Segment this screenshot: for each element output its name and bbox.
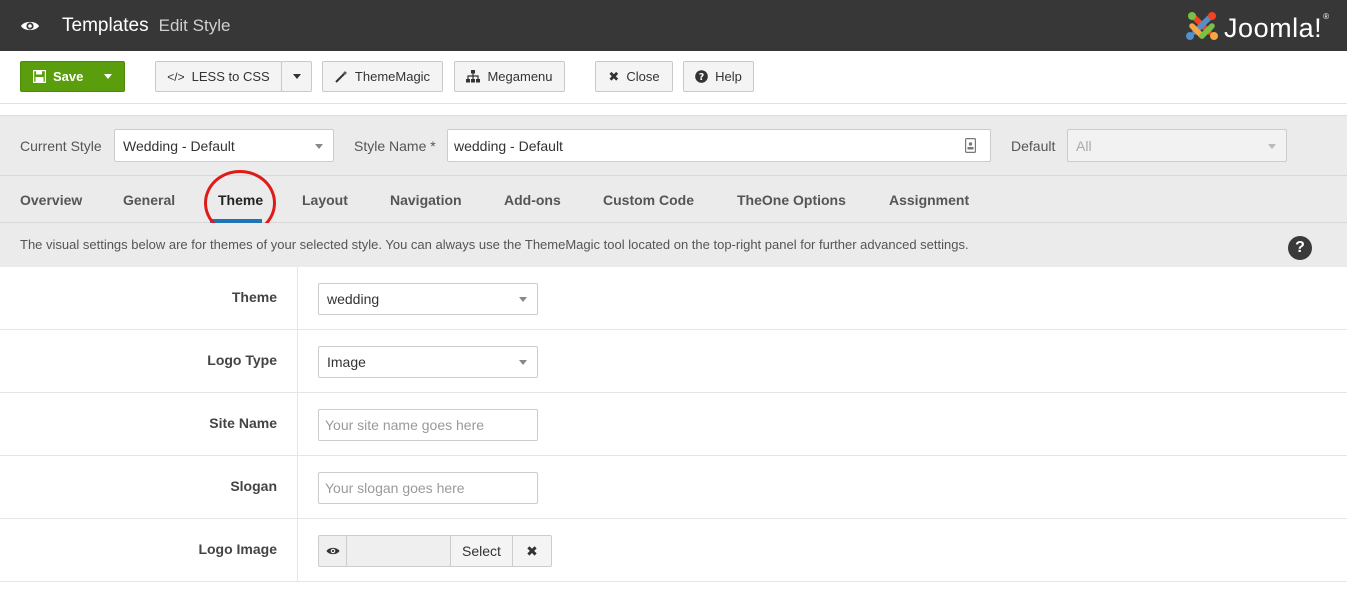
current-style-value: Wedding - Default bbox=[123, 137, 235, 154]
form-row-site-name: Site Name bbox=[0, 393, 1347, 456]
less-to-css-button[interactable]: </> LESS to CSS bbox=[155, 61, 282, 92]
joomla-wordmark: Joomla! bbox=[1224, 13, 1323, 43]
code-icon: </> bbox=[167, 69, 185, 84]
chevron-down-icon bbox=[292, 74, 301, 79]
form-row-logo-image: Logo Image Select ✖ bbox=[0, 519, 1347, 582]
preview-eye-icon[interactable] bbox=[318, 535, 346, 567]
theme-label: Theme bbox=[231, 289, 277, 305]
close-icon: ✖ bbox=[608, 68, 620, 84]
header-bar: Templates Edit Style Joomla! ® bbox=[0, 0, 1347, 51]
site-name-label: Site Name bbox=[209, 415, 277, 431]
help-circle-icon[interactable]: ? bbox=[1288, 236, 1312, 260]
less-to-css-label: LESS to CSS bbox=[191, 69, 270, 84]
logo-type-select[interactable]: Image bbox=[318, 346, 538, 378]
theme-settings-form: Theme wedding Logo Type Image Site Name … bbox=[0, 267, 1347, 582]
chevron-down-icon bbox=[519, 360, 527, 365]
tab-add-ons[interactable]: Add-ons bbox=[504, 192, 561, 208]
info-text: The visual settings below are for themes… bbox=[20, 237, 969, 252]
chevron-down-icon bbox=[315, 144, 323, 149]
info-bar: The visual settings below are for themes… bbox=[0, 223, 1347, 267]
joomla-mark-icon bbox=[1184, 9, 1220, 48]
tab-overview[interactable]: Overview bbox=[20, 192, 82, 208]
theme-value: wedding bbox=[327, 291, 380, 307]
logo-image-media-field: Select ✖ bbox=[318, 535, 552, 567]
help-label: Help bbox=[715, 69, 742, 84]
form-row-logo-type: Logo Type Image bbox=[0, 330, 1347, 393]
joomla-logo: Joomla! ® bbox=[1184, 9, 1329, 48]
row-divider bbox=[297, 267, 298, 330]
floppy-disk-icon bbox=[33, 70, 46, 83]
tab-layout[interactable]: Layout bbox=[302, 192, 348, 208]
page-title: Templates bbox=[62, 14, 149, 36]
registered-mark: ® bbox=[1323, 12, 1329, 21]
sitemap-icon bbox=[466, 70, 481, 83]
save-dropdown-caret-icon[interactable] bbox=[104, 74, 112, 79]
site-name-input[interactable] bbox=[318, 409, 538, 441]
toolbar: Save </> LESS to CSS ThemeMagic Megamenu… bbox=[0, 51, 1347, 104]
magic-wand-icon bbox=[335, 70, 348, 83]
row-divider bbox=[297, 519, 298, 582]
address-card-icon bbox=[965, 138, 977, 156]
logo-type-label: Logo Type bbox=[207, 352, 277, 368]
style-name-input[interactable]: wedding - Default bbox=[447, 129, 991, 162]
svg-text:?: ? bbox=[699, 72, 705, 83]
slogan-input[interactable] bbox=[318, 472, 538, 504]
current-style-label: Current Style bbox=[20, 138, 102, 154]
logo-image-select-button[interactable]: Select bbox=[450, 535, 512, 567]
form-row-slogan: Slogan bbox=[0, 456, 1347, 519]
default-select[interactable]: All bbox=[1067, 129, 1287, 162]
close-label: Close bbox=[626, 69, 660, 84]
logo-image-clear-button[interactable]: ✖ bbox=[512, 535, 552, 567]
page-subtitle: Edit Style bbox=[158, 15, 231, 35]
logo-image-path-field[interactable] bbox=[346, 535, 450, 567]
tab-assignment[interactable]: Assignment bbox=[889, 192, 969, 208]
save-button[interactable]: Save bbox=[20, 61, 125, 92]
settings-tabs: Overview General Theme Layout Navigation… bbox=[0, 175, 1347, 223]
form-row-theme: Theme wedding bbox=[0, 267, 1347, 330]
megamenu-button[interactable]: Megamenu bbox=[454, 61, 565, 92]
style-name-value: wedding - Default bbox=[454, 137, 563, 154]
default-value: All bbox=[1076, 137, 1092, 154]
tab-navigation[interactable]: Navigation bbox=[390, 192, 462, 208]
tab-theme[interactable]: Theme bbox=[218, 192, 263, 208]
style-bar: Current Style Wedding - Default Style Na… bbox=[0, 115, 1347, 175]
less-to-css-dropdown-button[interactable] bbox=[281, 61, 312, 92]
save-label: Save bbox=[53, 69, 84, 84]
question-circle-icon: ? bbox=[695, 70, 708, 83]
logo-type-value: Image bbox=[327, 354, 366, 370]
help-button[interactable]: ? Help bbox=[683, 61, 754, 92]
row-divider bbox=[297, 330, 298, 393]
eye-icon bbox=[20, 19, 60, 33]
slogan-label: Slogan bbox=[230, 478, 277, 494]
chevron-down-icon bbox=[1268, 144, 1276, 149]
thememagic-button[interactable]: ThemeMagic bbox=[322, 61, 443, 92]
style-name-label: Style Name * bbox=[354, 138, 436, 154]
row-divider bbox=[297, 456, 298, 519]
current-style-select[interactable]: Wedding - Default bbox=[114, 129, 334, 162]
row-divider bbox=[297, 393, 298, 456]
thememagic-label: ThemeMagic bbox=[354, 69, 431, 84]
default-label: Default bbox=[1011, 138, 1056, 154]
tab-theone-options[interactable]: TheOne Options bbox=[737, 192, 846, 208]
tab-custom-code[interactable]: Custom Code bbox=[603, 192, 694, 208]
logo-image-label: Logo Image bbox=[198, 541, 277, 557]
chevron-down-icon bbox=[519, 297, 527, 302]
close-button[interactable]: ✖ Close bbox=[595, 61, 673, 92]
megamenu-label: Megamenu bbox=[487, 69, 553, 84]
theme-select[interactable]: wedding bbox=[318, 283, 538, 315]
tab-general[interactable]: General bbox=[123, 192, 175, 208]
